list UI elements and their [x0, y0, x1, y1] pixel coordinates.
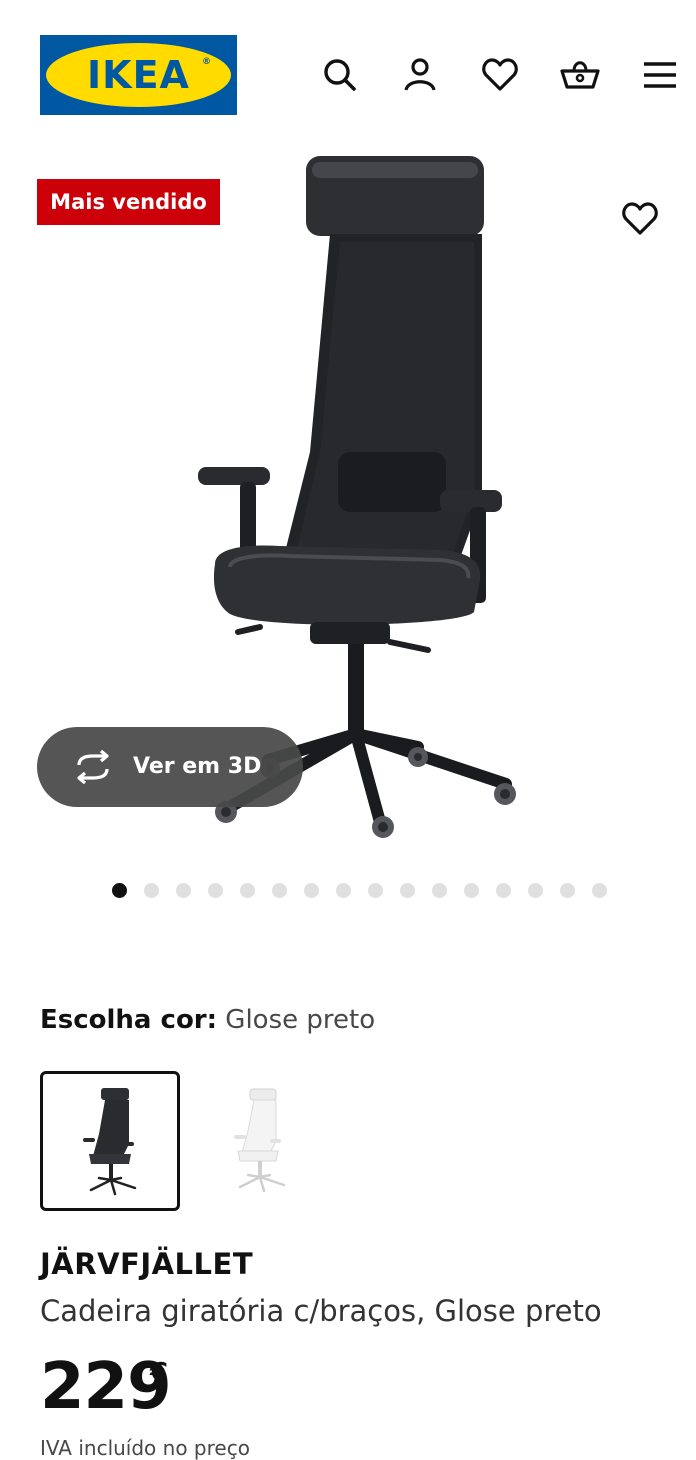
gallery-pagination [0, 880, 696, 900]
logo-registered-mark: ® [202, 57, 211, 67]
gallery-dot[interactable] [272, 883, 287, 898]
gallery-dot[interactable] [464, 883, 479, 898]
account-icon[interactable] [400, 55, 440, 95]
heart-icon[interactable] [480, 55, 520, 95]
gallery-dot[interactable] [240, 883, 255, 898]
color-label: Escolha cor: [40, 1005, 218, 1035]
color-option-white[interactable] [190, 1071, 330, 1211]
gallery-dot[interactable] [560, 883, 575, 898]
search-icon[interactable] [320, 55, 360, 95]
rotate-3d-icon [71, 749, 115, 785]
color-chooser-label: Escolha cor: Glose preto [40, 1005, 375, 1035]
price-currency: € [150, 1358, 169, 1388]
gallery-dot[interactable] [368, 883, 383, 898]
basket-icon[interactable] [560, 55, 600, 95]
selected-color: Glose preto [225, 1005, 376, 1035]
vat-note: IVA incluído no preço [40, 1436, 250, 1460]
gallery-dot[interactable] [528, 883, 543, 898]
gallery-dot[interactable] [496, 883, 511, 898]
logo-text: IKEA [87, 53, 190, 97]
view-in-3d-button[interactable]: Ver em 3D [37, 727, 303, 807]
gallery-dot[interactable] [144, 883, 159, 898]
gallery-dot[interactable] [400, 883, 415, 898]
add-to-favourites-icon[interactable] [620, 199, 660, 239]
product-description: Cadeira giratória c/braços, Glose preto [40, 1294, 602, 1328]
gallery-dot[interactable] [112, 883, 127, 898]
menu-icon[interactable] [640, 55, 680, 95]
gallery-dot[interactable] [208, 883, 223, 898]
gallery-dot[interactable] [176, 883, 191, 898]
ikea-logo[interactable]: IKEA ® [40, 35, 237, 115]
color-option-glose-preto[interactable] [40, 1071, 180, 1211]
bestseller-badge: Mais vendido [37, 179, 220, 225]
product-price: 229 € [40, 1350, 172, 1430]
view-in-3d-label: Ver em 3D [133, 754, 262, 779]
gallery-dot[interactable] [304, 883, 319, 898]
gallery-dot[interactable] [432, 883, 447, 898]
product-name: JÄRVFJÄLLET [40, 1247, 254, 1281]
gallery-dot[interactable] [336, 883, 351, 898]
site-header: IKEA ® [0, 0, 696, 150]
gallery-dot[interactable] [592, 883, 607, 898]
